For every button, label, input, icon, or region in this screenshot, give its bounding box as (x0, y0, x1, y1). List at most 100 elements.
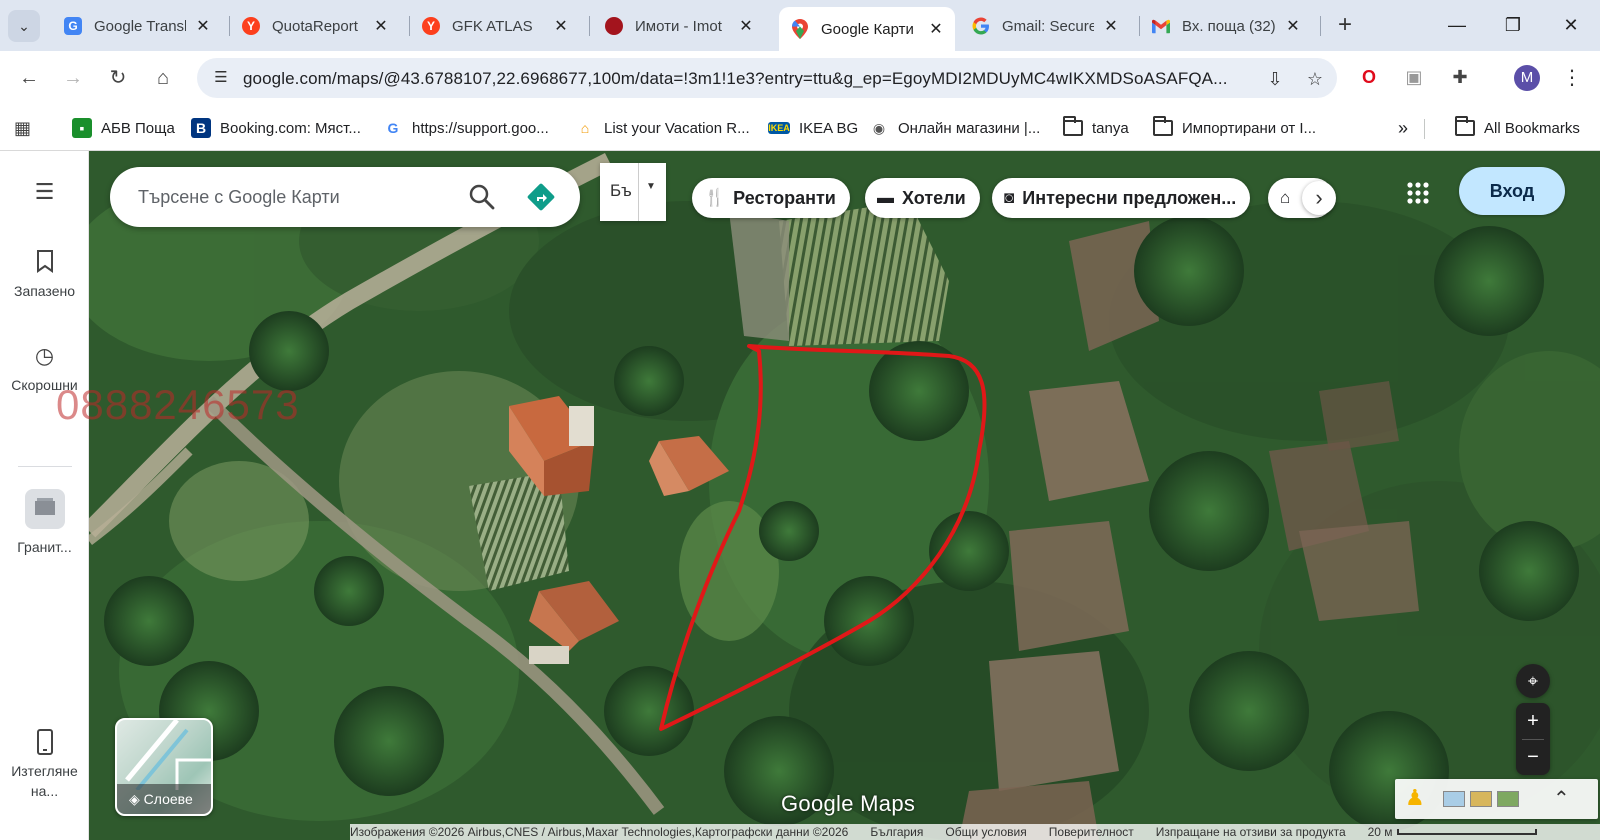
tab-inbox[interactable]: Вх. поща (32) ✕ (1140, 8, 1312, 44)
zoom-out-icon[interactable]: − (1516, 740, 1550, 775)
saved-button[interactable]: Запазено (0, 249, 89, 301)
tab-title: Google Карти (821, 20, 914, 38)
home-icon[interactable]: ⌂ (148, 63, 178, 93)
tab-divider (589, 16, 590, 36)
tab-gfk-atlas[interactable]: Y GFK ATLAS ✕ (410, 8, 580, 44)
search-input[interactable] (138, 185, 438, 209)
my-location-icon[interactable]: ⌖ (1516, 664, 1550, 698)
tab-quotareport[interactable]: Y QuotaReport ✕ (230, 8, 400, 44)
scale-bar[interactable]: 20 м (1368, 825, 1559, 839)
tab-imoti[interactable]: Имоти - Imot ✕ (593, 8, 765, 44)
reload-icon[interactable]: ↻ (103, 63, 133, 93)
satellite-map[interactable]: ⌖ + − (89, 151, 1600, 840)
expand-up-icon[interactable]: ⌃ (1553, 786, 1570, 811)
close-tab-icon[interactable]: ✕ (737, 16, 755, 36)
browser-menu-icon[interactable]: ⋮ (1560, 63, 1584, 93)
chip-label: Интересни предложен... (1022, 187, 1237, 208)
all-bookmarks-folder[interactable]: All Bookmarks (1455, 115, 1580, 141)
profile-avatar[interactable]: M (1514, 65, 1540, 91)
search-box (110, 167, 580, 227)
layers-button[interactable]: ◈ Слоеве (115, 718, 213, 816)
close-tab-icon[interactable]: ✕ (1284, 16, 1302, 36)
input-tools-divider (638, 163, 639, 221)
bookmark-label: https://support.goo... (412, 119, 549, 137)
sign-in-button[interactable]: Вход (1459, 167, 1565, 215)
phone-watermark: 0888246573 (56, 381, 300, 428)
chip-hotels[interactable]: ▬ Хотели (865, 178, 980, 218)
imot-icon (605, 17, 623, 35)
bookmark-ikea[interactable]: IKEA IKEA BG (768, 115, 858, 141)
close-tab-icon[interactable]: ✕ (1102, 16, 1120, 36)
feedback-link[interactable]: Изпращане на отзиви за продукта (1156, 825, 1346, 839)
chevron-down-icon[interactable]: ▼ (646, 181, 656, 192)
new-tab-plus-icon[interactable]: + (1330, 10, 1360, 40)
satellite-thumb-icon[interactable] (1497, 791, 1519, 807)
install-app-icon[interactable]: ⇩ (1263, 67, 1287, 91)
bookmark-icon (32, 249, 58, 275)
google-icon: G (387, 120, 399, 136)
bookmark-booking[interactable]: B Booking.com: Мяст... (191, 115, 361, 141)
bookmarks-overflow-chevron[interactable]: » (1398, 115, 1408, 141)
cast-extension-icon[interactable]: ▣ (1400, 63, 1428, 91)
abv-icon: ▪ (72, 118, 92, 138)
google-apps-icon[interactable] (1400, 175, 1436, 211)
bookmark-vacation[interactable]: ⌂ List your Vacation R... (575, 115, 750, 141)
download-app-button[interactable]: Изтегляне на... (0, 729, 89, 801)
bookmark-label: All Bookmarks (1484, 119, 1580, 137)
back-arrow-icon[interactable]: ← (14, 63, 44, 93)
tab-title: GFK ATLAS (452, 17, 533, 35)
bookmark-star-icon[interactable]: ☆ (1303, 67, 1327, 91)
bookmark-label: List your Vacation R... (604, 119, 750, 137)
bookmark-abv[interactable]: ▪ АБВ Поща (72, 115, 175, 141)
forward-arrow-icon[interactable]: → (58, 63, 88, 93)
terms-link[interactable]: Общи условия (945, 825, 1026, 839)
bookmark-folder-tanya[interactable]: tanya (1063, 115, 1129, 141)
tab-google-maps[interactable]: Google Карти ✕ (779, 7, 955, 51)
bookmark-folder-imported[interactable]: Импортирани от I... (1153, 115, 1316, 141)
input-tools-button[interactable]: Бъ ▼ (600, 163, 666, 221)
map-type-thumb-icon[interactable] (1443, 791, 1465, 807)
zoom-in-icon[interactable]: + (1516, 703, 1550, 739)
chevron-right-icon[interactable]: › (1302, 181, 1336, 215)
chip-attractions[interactable]: ◙ Интересни предложен... (992, 178, 1251, 218)
directions-icon[interactable] (525, 181, 557, 213)
hamburger-menu-icon: ☰ (34, 179, 55, 204)
extensions-puzzle-icon[interactable]: ✚ (1446, 63, 1474, 91)
history-icon: ◷ (34, 343, 55, 368)
minimize-icon[interactable]: — (1437, 10, 1477, 40)
scale-label: 20 м (1367, 825, 1393, 839)
bookmark-google-support[interactable]: G https://support.goo... (383, 115, 549, 141)
booking-icon: B (191, 118, 211, 138)
folder-icon (1455, 116, 1475, 138)
country-link[interactable]: България (870, 825, 923, 839)
main-menu-button[interactable]: ☰ (0, 179, 89, 211)
close-tab-icon[interactable]: ✕ (552, 16, 570, 36)
recent-place-button[interactable]: Гранит... (0, 489, 89, 557)
fork-knife-icon: 🍴 (704, 188, 726, 207)
address-bar[interactable]: ☰ google.com/maps/@43.6788107,22.6968677… (197, 58, 1337, 98)
close-tab-icon[interactable]: ✕ (927, 19, 945, 39)
tab-search-dropdown-icon[interactable]: ⌄ (8, 10, 40, 42)
pegman-icon[interactable]: ♟ (1405, 785, 1425, 811)
privacy-link[interactable]: Поверителност (1049, 825, 1134, 839)
tab-google-translate[interactable]: G Google Transl ✕ (52, 8, 222, 44)
url-text[interactable]: google.com/maps/@43.6788107,22.6968677,1… (243, 69, 1243, 89)
rail-divider (18, 466, 72, 467)
attribution-bar: Изображения ©2026 Airbus,CNES / Airbus,M… (350, 824, 1600, 840)
bookmark-label: IKEA BG (799, 119, 859, 137)
search-icon[interactable] (466, 181, 498, 213)
tab-gmail-secure[interactable]: Gmail: Secure ✕ (960, 8, 1130, 44)
site-settings-icon[interactable]: ☰ (211, 68, 231, 88)
terrain-thumb-icon[interactable] (1470, 791, 1492, 807)
opera-extension-icon[interactable]: O (1355, 63, 1383, 91)
restore-window-icon[interactable]: ❐ (1493, 10, 1533, 40)
close-window-icon[interactable]: ✕ (1551, 10, 1591, 40)
chip-restaurants[interactable]: 🍴 Ресторанти (692, 178, 850, 218)
close-tab-icon[interactable]: ✕ (372, 16, 390, 36)
imagery-credit: Изображения ©2026 Airbus,CNES / Airbus,M… (350, 825, 849, 839)
yandex-icon: Y (242, 17, 260, 35)
bookmark-online-shops[interactable]: ◉ Онлайн магазини |... (869, 115, 1040, 141)
tab-title: Вх. поща (32) (1182, 17, 1276, 35)
apps-grid-icon[interactable]: ▦ (14, 115, 31, 141)
close-tab-icon[interactable]: ✕ (194, 16, 212, 36)
